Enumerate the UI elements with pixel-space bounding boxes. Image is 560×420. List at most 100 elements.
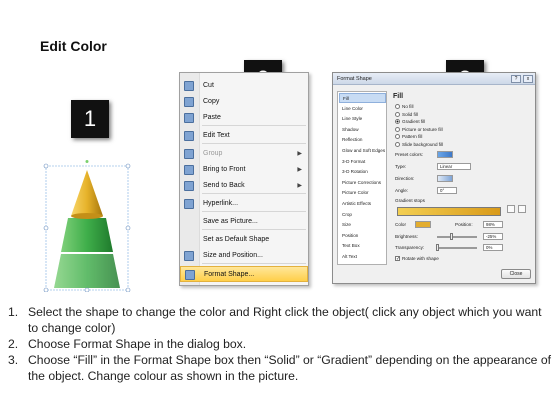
angle-label: Angle:: [395, 188, 409, 193]
brightness-slider[interactable]: [437, 236, 477, 238]
group-icon: [184, 149, 194, 159]
preset-colors-row: Preset colors:: [395, 151, 423, 159]
dialog-nav-list: Fill Line Color Line Style Shadow Reflection…: [337, 91, 387, 265]
instruction-number: 2.: [8, 337, 19, 351]
rotate-with-shape-row[interactable]: ✓ Rotate with shape: [395, 255, 439, 263]
direction-label: Direction:: [395, 176, 415, 181]
position-label: Position:: [455, 222, 473, 227]
help-button[interactable]: ?: [511, 75, 521, 83]
nav-item-line-style[interactable]: Line Style: [339, 114, 386, 124]
bring-front-icon: [184, 165, 194, 175]
menu-item-hyperlink[interactable]: Hyperlink...: [180, 196, 308, 212]
radio-button[interactable]: [395, 141, 400, 147]
menu-item-save-as-picture[interactable]: Save as Picture...: [180, 214, 308, 230]
fill-option-pattern-fill[interactable]: Pattern fill: [395, 133, 422, 140]
menu-item-group[interactable]: Group ▶: [180, 146, 308, 162]
pyramid-cone-shape[interactable]: [43, 160, 131, 292]
gradient-stops-row: Gradient stops: [395, 197, 425, 205]
gradient-stops-bar[interactable]: [397, 207, 501, 216]
nav-item-fill[interactable]: Fill: [339, 93, 386, 103]
nav-item-3-d-format[interactable]: 3-D Format: [339, 157, 386, 167]
format-shape-dialog: Format Shape ? x Fill Line Color Line Styl…: [332, 72, 536, 284]
menu-item-edit-text[interactable]: Edit Text: [180, 128, 308, 144]
gradient-stops-label: Gradient stops: [395, 198, 425, 203]
paste-icon: [184, 113, 194, 123]
angle-input[interactable]: 0°: [437, 187, 457, 194]
fill-option-slide-background-fill[interactable]: Slide background fill: [395, 141, 443, 148]
nav-item-glow-and-soft-edges[interactable]: Glow and Soft Edges: [339, 146, 386, 156]
color-row: Color: [395, 221, 406, 229]
menu-item-label: Hyperlink...: [203, 200, 239, 207]
menu-item-format-shape[interactable]: Format Shape...: [180, 266, 308, 282]
submenu-arrow-icon: ▶: [297, 167, 302, 173]
nav-item-crop[interactable]: Crop: [339, 210, 386, 220]
radio-button[interactable]: [395, 119, 400, 125]
menu-item-label: Group: [203, 150, 223, 157]
fill-option-label: Gradient fill: [402, 119, 426, 124]
nav-item-alt-text[interactable]: Alt Text: [339, 252, 386, 262]
angle-row: Angle:: [395, 187, 408, 195]
brightness-input[interactable]: -25%: [483, 233, 503, 240]
instruction-item: 2. Choose Format Shape in the dialog box.: [8, 336, 554, 352]
menu-item-label: Save as Picture...: [203, 218, 258, 225]
instruction-text: Select the shape to change the color and…: [28, 305, 542, 335]
nav-item-size[interactable]: Size: [339, 220, 386, 230]
brightness-slider-thumb[interactable]: [450, 233, 453, 240]
fill-pane: Fill No fill Solid fill Gradient fill Pictu…: [391, 91, 533, 265]
nav-item-3-d-rotation[interactable]: 3-D Rotation: [339, 167, 386, 177]
instruction-text: Choose “Fill” in the Format Shape box th…: [28, 353, 552, 383]
fill-option-solid-fill[interactable]: Solid fill: [395, 111, 418, 118]
fill-option-label: No fill: [402, 104, 414, 109]
nav-item-reflection[interactable]: Reflection: [339, 135, 386, 145]
instruction-text: Choose Format Shape in the dialog box.: [28, 337, 247, 351]
close-button[interactable]: Close: [501, 269, 531, 279]
selected-shape[interactable]: [43, 160, 131, 292]
radio-button[interactable]: [395, 126, 400, 132]
menu-item-paste[interactable]: Paste: [180, 110, 308, 126]
nav-item-picture-color[interactable]: Picture Color: [339, 188, 386, 198]
menu-item-set-as-default-shape[interactable]: Set as Default Shape: [180, 232, 308, 248]
menu-item-send-to-back[interactable]: Send to Back ▶: [180, 178, 308, 194]
nav-item-line-color[interactable]: Line Color: [339, 104, 386, 114]
menu-item-label: Cut: [203, 82, 214, 89]
radio-button[interactable]: [395, 134, 400, 140]
remove-stop-button[interactable]: [518, 205, 526, 213]
nav-item-shadow[interactable]: Shadow: [339, 125, 386, 135]
fill-option-label: Pattern fill: [402, 134, 423, 139]
fill-option-gradient-fill[interactable]: Gradient fill: [395, 118, 425, 125]
transparency-row: Transparency:: [395, 244, 424, 252]
instruction-item: 3. Choose “Fill” in the Format Shape box …: [8, 352, 554, 384]
fill-option-label: Solid fill: [402, 111, 418, 117]
transparency-input[interactable]: 0%: [483, 244, 503, 251]
radio-button[interactable]: [395, 111, 400, 117]
preset-colors-dropdown[interactable]: [437, 151, 453, 158]
radio-button[interactable]: [395, 104, 400, 110]
edit-text-icon: [184, 131, 194, 141]
nav-item-position[interactable]: Position: [339, 231, 386, 241]
direction-dropdown[interactable]: [437, 175, 453, 182]
dialog-close-x-button[interactable]: x: [523, 75, 533, 83]
fill-option-no-fill[interactable]: No fill: [395, 103, 414, 110]
fill-option-picture-or-texture-fill[interactable]: Picture or texture fill: [395, 126, 443, 133]
nav-item-picture-corrections[interactable]: Picture Corrections: [339, 178, 386, 188]
position-input[interactable]: 98%: [483, 221, 503, 228]
menu-item-size-and-position[interactable]: Size and Position...: [180, 248, 308, 264]
menu-item-label: Copy: [203, 98, 220, 105]
submenu-arrow-icon: ▶: [297, 151, 302, 157]
transparency-slider-thumb[interactable]: [436, 244, 439, 251]
transparency-slider[interactable]: [437, 247, 477, 249]
nav-item-artistic-effects[interactable]: Artistic Effects: [339, 199, 386, 209]
type-dropdown[interactable]: Linear: [437, 163, 471, 170]
menu-item-cut[interactable]: Cut: [180, 78, 308, 94]
add-stop-button[interactable]: [507, 205, 515, 213]
scissors-icon: [184, 81, 194, 91]
rotate-with-shape-label: Rotate with shape: [402, 256, 439, 261]
menu-item-bring-to-front[interactable]: Bring to Front ▶: [180, 162, 308, 178]
menu-item-label: Edit Text: [203, 132, 230, 139]
transparency-label: Transparency:: [395, 245, 425, 250]
rotate-with-shape-checkbox[interactable]: ✓: [395, 256, 400, 262]
nav-item-text-box[interactable]: Text Box: [339, 241, 386, 251]
menu-item-copy[interactable]: Copy: [180, 94, 308, 110]
dialog-titlebar: Format Shape ? x: [333, 73, 535, 85]
stop-color-dropdown[interactable]: [415, 221, 431, 228]
